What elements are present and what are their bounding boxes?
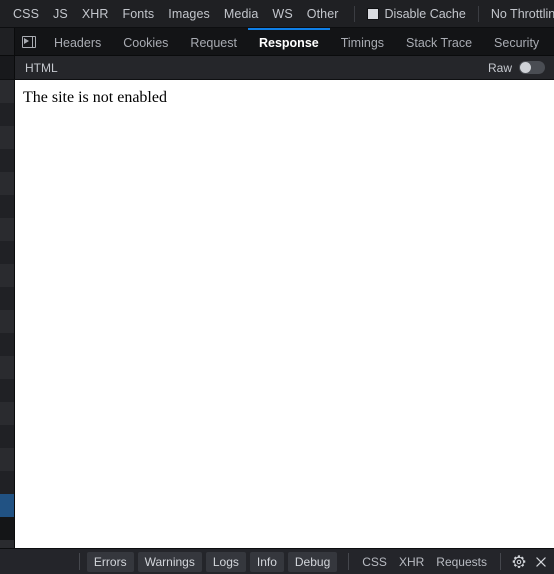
response-body-text: The site is not enabled <box>23 89 167 106</box>
raw-toggle[interactable]: Raw <box>488 61 554 75</box>
console-filter-debug[interactable]: Debug <box>287 551 338 572</box>
subheader-left-gutter <box>0 56 15 79</box>
toolbar-divider <box>353 5 355 22</box>
disable-cache-checkbox[interactable]: Disable Cache <box>363 5 470 23</box>
request-row[interactable] <box>0 172 14 195</box>
request-row[interactable] <box>0 356 14 379</box>
request-list-sliver[interactable] <box>0 80 15 548</box>
request-row[interactable] <box>0 287 14 310</box>
filter-button-other[interactable]: Other <box>300 4 346 24</box>
filter-button-xhr[interactable]: XHR <box>75 4 116 24</box>
filter-button-js[interactable]: JS <box>46 4 75 24</box>
filter-button-fonts[interactable]: Fonts <box>116 4 162 24</box>
statusbar-divider <box>78 553 80 570</box>
statusbar-divider <box>348 553 350 570</box>
request-row[interactable] <box>0 333 14 356</box>
console-filter-css[interactable]: CSS <box>356 552 393 572</box>
filter-button-css[interactable]: CSS <box>6 4 46 24</box>
request-row[interactable] <box>0 80 14 103</box>
request-row[interactable] <box>0 517 14 540</box>
tabbar-left-gutter <box>0 28 15 55</box>
console-settings-button[interactable] <box>508 551 530 573</box>
filter-button-images[interactable]: Images <box>161 4 217 24</box>
request-row[interactable] <box>0 540 14 548</box>
checkbox-icon[interactable] <box>366 7 379 20</box>
gear-icon <box>512 554 526 568</box>
request-row[interactable] <box>0 471 14 494</box>
request-row-selected[interactable] <box>0 494 14 517</box>
console-filter-info[interactable]: Info <box>249 551 284 572</box>
toggle-knob <box>520 62 531 73</box>
request-row[interactable] <box>0 379 14 402</box>
request-row[interactable] <box>0 448 14 471</box>
console-filter-logs[interactable]: Logs <box>205 551 246 572</box>
request-row[interactable] <box>0 264 14 287</box>
console-filter-warnings[interactable]: Warnings <box>137 551 202 572</box>
request-row[interactable] <box>0 126 14 149</box>
raw-toggle-switch[interactable] <box>519 61 545 74</box>
response-body-area: The site is not enabled <box>0 80 554 548</box>
tab-response[interactable]: Response <box>247 28 330 55</box>
panel-expand-icon <box>22 35 36 48</box>
request-row[interactable] <box>0 149 14 172</box>
throttling-value: No Throttling <box>490 6 554 21</box>
tab-stack-trace[interactable]: Stack Trace <box>395 28 483 55</box>
request-row[interactable] <box>0 195 14 218</box>
request-detail-tabbar: Headers Cookies Request Response Timings… <box>0 28 554 56</box>
close-devtools-button[interactable] <box>530 551 552 573</box>
tab-timings[interactable]: Timings <box>330 28 395 55</box>
disable-cache-label: Disable Cache <box>384 6 466 21</box>
tab-security[interactable]: Security <box>483 28 550 55</box>
toolbar-divider <box>477 5 479 22</box>
throttling-dropdown[interactable]: No Throttling ▴ ▾ <box>487 5 554 23</box>
toggle-request-list-button[interactable] <box>15 28 43 55</box>
close-icon <box>536 556 546 567</box>
request-row[interactable] <box>0 103 14 126</box>
console-filter-errors[interactable]: Errors <box>86 551 134 572</box>
tab-cookies[interactable]: Cookies <box>112 28 179 55</box>
request-row[interactable] <box>0 218 14 241</box>
console-status-bar: Errors Warnings Logs Info Debug CSS XHR … <box>0 548 554 574</box>
raw-toggle-label: Raw <box>487 60 512 75</box>
response-section-header: HTML Raw <box>0 56 554 80</box>
console-filter-requests[interactable]: Requests <box>430 552 493 572</box>
devtools-network-panel: CSS JS XHR Fonts Images Media WS Other D… <box>0 0 554 574</box>
tab-request[interactable]: Request <box>179 28 248 55</box>
response-payload-type: HTML <box>25 60 58 75</box>
filter-button-media[interactable]: Media <box>217 4 266 24</box>
filter-button-ws[interactable]: WS <box>265 4 299 24</box>
response-preview-frame[interactable]: The site is not enabled <box>15 80 554 548</box>
console-filter-xhr[interactable]: XHR <box>393 552 430 572</box>
request-row[interactable] <box>0 425 14 448</box>
tab-headers[interactable]: Headers <box>43 28 112 55</box>
network-filter-toolbar: CSS JS XHR Fonts Images Media WS Other D… <box>0 0 554 28</box>
statusbar-divider <box>500 553 501 570</box>
request-row[interactable] <box>0 241 14 264</box>
request-row[interactable] <box>0 310 14 333</box>
request-row[interactable] <box>0 402 14 425</box>
